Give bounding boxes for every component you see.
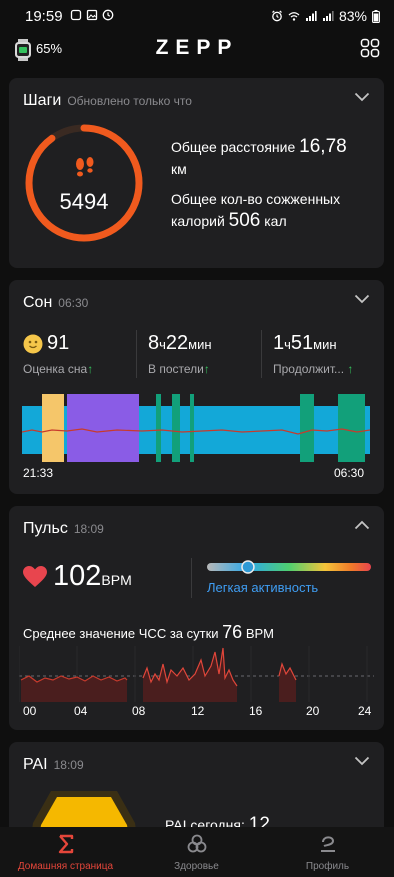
smile-icon — [23, 334, 43, 354]
clock-icon — [102, 9, 114, 21]
calories-unit: кал — [264, 213, 287, 229]
nav-profile-label: Профиль — [305, 861, 350, 872]
hr-tick: 08 — [132, 704, 146, 718]
sleep-score: 91 — [47, 332, 70, 354]
hr-tick: 24 — [358, 704, 372, 718]
sleep-deep-block — [156, 394, 161, 462]
sleep-deep-block — [190, 394, 194, 462]
nav-home-label: Домашняя страница — [17, 861, 114, 872]
hr-area-night — [21, 676, 127, 702]
hr-tick: 16 — [249, 704, 263, 718]
chevron-down-icon[interactable] — [354, 294, 370, 304]
in-bed-value: 8ч22мин — [148, 332, 212, 354]
pulse-time: 18:09 — [73, 522, 104, 536]
pulse-card[interactable]: Пульс 18:09 102BPM Легкая активность Сред… — [9, 506, 384, 730]
chevron-down-icon[interactable] — [354, 756, 370, 766]
sleep-stages-chart[interactable] — [22, 386, 370, 462]
sleep-deep-block — [338, 394, 365, 462]
status-time: 19:59 — [25, 8, 63, 25]
steps-card[interactable]: Шаги Обновлено только что 5494 Общее расс… — [9, 78, 384, 268]
chevron-up-icon[interactable] — [354, 520, 370, 530]
distance-unit: км — [171, 161, 187, 177]
distance-label: Общее расстояние — [171, 139, 296, 155]
daily-avg-hr: Среднее значение ЧСС за сутки 76 BPM — [23, 622, 274, 642]
sleep-deep-block — [172, 394, 180, 462]
gallery-icon — [86, 9, 98, 21]
steps-progress-ring — [25, 124, 143, 242]
alarm-icon — [272, 10, 282, 22]
status-battery-text: 83% — [338, 8, 367, 24]
wifi-icon — [288, 12, 300, 21]
nav-home[interactable]: Домашняя страница — [0, 833, 131, 872]
activity-zone-bar — [207, 560, 371, 574]
steps-count: 5494 — [59, 189, 109, 214]
nav-profile[interactable]: Профиль — [262, 833, 393, 872]
home-sigma-icon — [58, 834, 73, 854]
bottom-navigation: Домашняя страница Здоровье Профиль — [0, 827, 394, 877]
nav-health[interactable]: Здоровье — [131, 833, 262, 872]
sleep-rem-block — [67, 394, 139, 462]
activity-zone-label[interactable]: Легкая активность — [207, 580, 318, 595]
battery-icon — [372, 9, 380, 23]
sleep-end-time: 06:30 — [334, 466, 365, 480]
nav-health-label: Здоровье — [174, 861, 219, 872]
in-bed-label: В постели — [148, 362, 204, 376]
signal-icon — [305, 11, 317, 21]
apps-icon[interactable] — [360, 38, 380, 58]
pai-time: 18:09 — [53, 758, 84, 772]
hr-area-day — [143, 648, 237, 702]
pulse-value: 102BPM — [53, 560, 132, 592]
hr-tick: 04 — [74, 704, 88, 718]
calories-label-1: Общее кол-во сожженных — [171, 191, 341, 207]
signal-icon-2 — [322, 11, 334, 21]
steps-updated: Обновлено только что — [67, 94, 192, 108]
sleep-awake-block — [42, 394, 64, 462]
steps-title: Шаги — [23, 92, 62, 109]
sleep-deep-block — [300, 394, 314, 462]
sleep-time: 06:30 — [58, 296, 89, 310]
screenshot-icon — [70, 9, 82, 21]
heart-icon — [23, 566, 47, 587]
hr-area-evening — [279, 664, 296, 702]
sleep-score-label: Оценка сна — [23, 362, 88, 376]
calories-stat: Общее кол-во сожженных калорий 506 кал — [171, 188, 340, 232]
sleep-card[interactable]: Сон 06:30 91 Оценка сна↑ 8ч22мин В постел… — [9, 280, 384, 494]
zone-marker — [241, 560, 255, 574]
distance-stat: Общее расстояние 16,78 км — [171, 136, 347, 180]
health-icon — [187, 834, 206, 853]
hr-tick: 20 — [306, 704, 320, 718]
sleep-title: Сон — [23, 294, 53, 311]
status-bar: 19:59 83% — [0, 0, 394, 34]
hr-tick: 00 — [23, 704, 37, 718]
arrow-up-icon: ↑ — [87, 362, 94, 376]
profile-icon — [320, 836, 335, 852]
chevron-down-icon[interactable] — [354, 92, 370, 102]
app-top-bar: 65% ZEPP — [0, 34, 394, 70]
calories-label-2: калорий — [171, 213, 225, 229]
distance-value: 16,78 — [299, 136, 347, 157]
calories-value: 506 — [228, 210, 261, 231]
hr-tick: 12 — [191, 704, 205, 718]
daily-hr-chart[interactable] — [19, 646, 374, 702]
duration-value: 1ч51мин — [273, 332, 337, 354]
pulse-title: Пульс — [23, 520, 68, 537]
arrow-up-icon: ↑ — [203, 362, 210, 376]
footsteps-icon — [76, 157, 94, 177]
pai-title: PAI — [23, 756, 48, 773]
sleep-start-time: 21:33 — [23, 466, 54, 480]
zepp-logo: ZEPP — [155, 36, 239, 59]
arrow-up-icon: ↑ — [347, 362, 354, 376]
duration-label: Продолжит... — [273, 362, 345, 376]
